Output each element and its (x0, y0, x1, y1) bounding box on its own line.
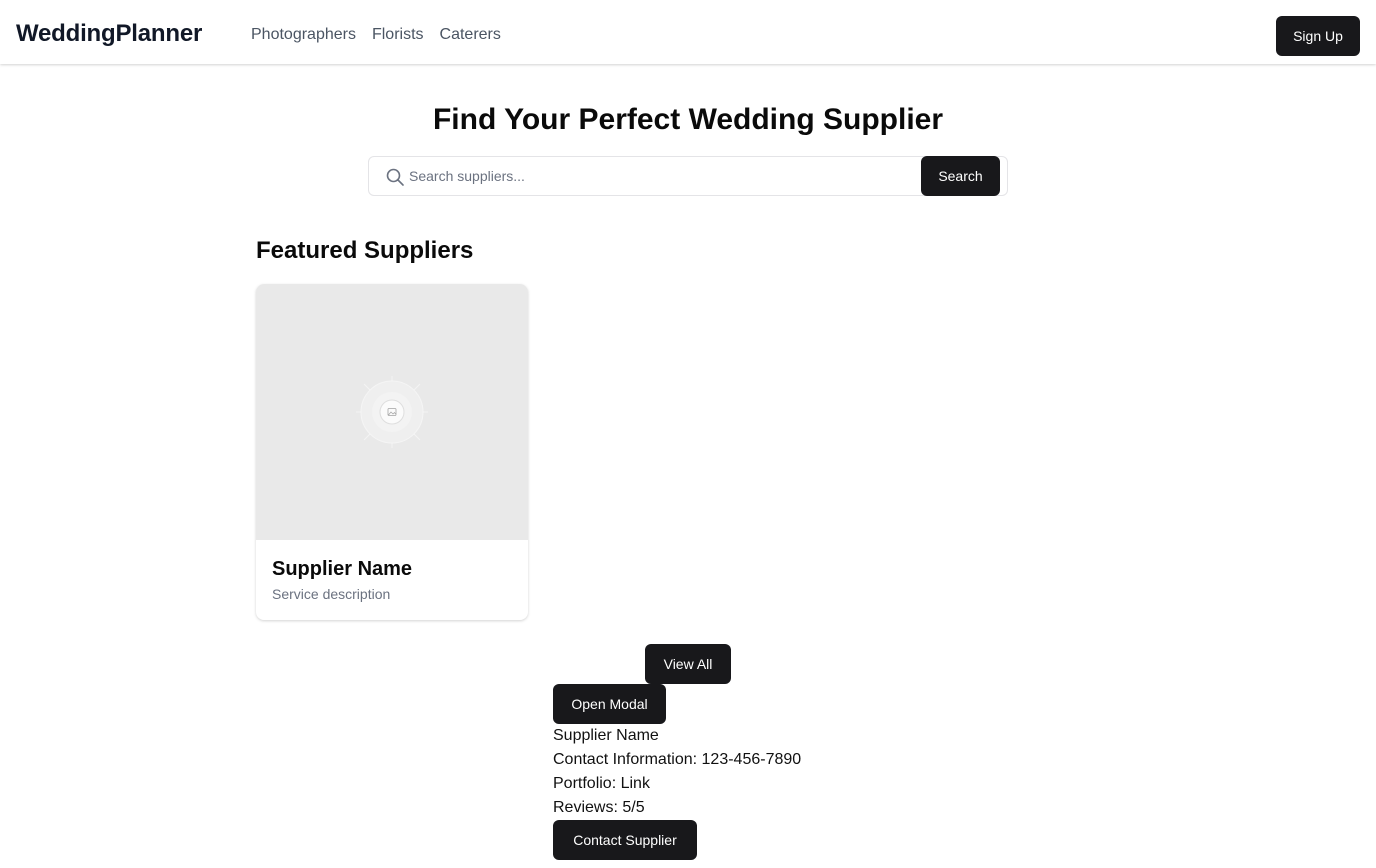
view-all-button[interactable]: View All (645, 644, 731, 684)
image-placeholder-icon (356, 376, 428, 448)
sign-up-button[interactable]: Sign Up (1276, 16, 1360, 56)
featured-suppliers-heading: Featured Suppliers (256, 237, 474, 264)
search-button[interactable]: Search (921, 156, 1000, 196)
brand-logo[interactable]: WeddingPlanner (16, 20, 202, 48)
supplier-card-description: Service description (272, 586, 391, 602)
search-bar (368, 156, 1008, 196)
modal-contact-info: Contact Information: 123-456-7890 (553, 751, 802, 768)
nav-link-caterers[interactable]: Caterers (440, 26, 501, 44)
supplier-card[interactable]: Supplier Name Service description (256, 284, 528, 620)
supplier-card-name: Supplier Name (272, 558, 413, 580)
search-icon (385, 167, 405, 187)
modal-supplier-name: Supplier Name (553, 727, 659, 744)
supplier-image-placeholder (256, 284, 528, 540)
contact-supplier-button[interactable]: Contact Supplier (553, 820, 697, 860)
modal-portfolio: Portfolio: Link (553, 775, 650, 792)
page-title: Find Your Perfect Wedding Supplier (432, 103, 944, 136)
main-nav: Photographers Florists Caterers (251, 26, 501, 44)
top-navbar: WeddingPlanner Photographers Florists Ca… (0, 0, 1376, 64)
modal-reviews: Reviews: 5/5 (553, 799, 645, 816)
search-input[interactable] (409, 158, 919, 194)
nav-link-florists[interactable]: Florists (372, 26, 424, 44)
open-modal-button[interactable]: Open Modal (553, 684, 666, 724)
nav-link-photographers[interactable]: Photographers (251, 26, 356, 44)
